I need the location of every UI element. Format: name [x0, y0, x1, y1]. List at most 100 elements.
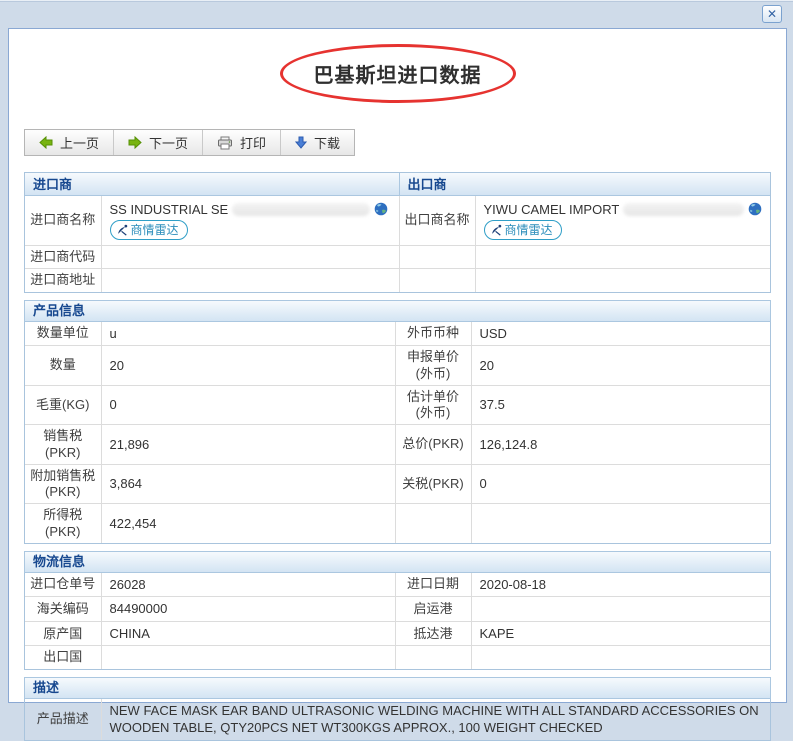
field-label: 所得税(PKR): [25, 504, 101, 543]
field-label: 数量单位: [25, 322, 101, 346]
table-row: 数量单位 u 外币币种 USD: [25, 322, 770, 346]
importer-code-label: 进口商代码: [25, 246, 101, 269]
next-page-label: 下一页: [149, 133, 188, 152]
field-value: CHINA: [101, 621, 395, 646]
field-value: 37.5: [471, 385, 770, 425]
table-row: 所得税(PKR) 422,454: [25, 504, 770, 543]
importer-name-cell: SS INDUSTRIAL SE: [101, 195, 399, 246]
section-importer-exporter: 进口商 出口商 进口商名称 SS INDUSTRIAL SE: [24, 172, 771, 293]
table-row: 毛重(KG) 0 估计单价(外币) 37.5: [25, 385, 770, 425]
prev-page-button[interactable]: 上一页: [25, 130, 114, 155]
table-row: 进口商名称 SS INDUSTRIAL SE: [25, 195, 770, 246]
satellite-dish-icon: [116, 224, 128, 236]
business-radar-badge[interactable]: 商情雷达: [484, 220, 562, 240]
field-label: 原产国: [25, 621, 101, 646]
exporter-name-value: YIWU CAMEL IMPORT: [484, 201, 620, 219]
field-label: 进口仓单号: [25, 573, 101, 597]
product-section-header: 产品信息: [24, 300, 771, 322]
table-row: 进口商代码: [25, 246, 770, 269]
logistics-section-header: 物流信息: [24, 551, 771, 573]
field-value: 21,896: [101, 425, 395, 465]
field-value: u: [101, 322, 395, 346]
redacted-text: [623, 203, 744, 216]
green-right-arrow-icon: [128, 136, 142, 149]
field-label: 进口日期: [395, 573, 471, 597]
exporter-section-header: 出口商: [399, 173, 770, 195]
field-value: KAPE: [471, 621, 770, 646]
globe-icon[interactable]: [374, 202, 388, 216]
print-button[interactable]: 打印: [203, 130, 281, 155]
field-label: [395, 646, 471, 669]
importer-name-label: 进口商名称: [25, 195, 101, 246]
green-left-arrow-icon: [39, 136, 53, 149]
printer-icon: [217, 136, 233, 150]
table-row: 附加销售税(PKR) 3,864 关税(PKR) 0: [25, 464, 770, 504]
field-label: 外币币种: [395, 322, 471, 346]
field-label: 申报单价(外币): [395, 346, 471, 386]
satellite-dish-icon: [490, 224, 502, 236]
field-label: 销售税(PKR): [25, 425, 101, 465]
window-frame-top: [0, 0, 793, 2]
section-description: 描述 产品描述 NEW FACE MASK EAR BAND ULTRASONI…: [24, 677, 771, 741]
business-radar-label: 商情雷达: [505, 222, 553, 238]
field-label: 附加销售税(PKR): [25, 464, 101, 504]
print-label: 打印: [240, 133, 266, 152]
toolbar: 上一页 下一页 打印 下载: [24, 129, 355, 156]
field-value: 20: [471, 346, 770, 386]
field-value: [471, 646, 770, 669]
close-icon[interactable]: ✕: [762, 5, 782, 23]
dialog-panel: 巴基斯坦进口数据 上一页 下一页 打印 下载: [8, 28, 787, 703]
importer-section-header: 进口商: [25, 173, 399, 195]
product-description-label: 产品描述: [25, 699, 101, 740]
empty-label-cell: [399, 246, 475, 269]
exporter-name-label: 出口商名称: [399, 195, 475, 246]
field-value: 26028: [101, 573, 395, 597]
field-label: 关税(PKR): [395, 464, 471, 504]
field-value: [471, 597, 770, 622]
empty-value-cell: [475, 246, 770, 269]
importer-address-value: [101, 269, 399, 292]
field-value: 20: [101, 346, 395, 386]
importer-code-value: [101, 246, 399, 269]
field-label: 海关编码: [25, 597, 101, 622]
table-row: 原产国 CHINA 抵达港 KAPE: [25, 621, 770, 646]
table-row: 销售税(PKR) 21,896 总价(PKR) 126,124.8: [25, 425, 770, 465]
redacted-text: [232, 203, 370, 216]
field-value: 0: [471, 464, 770, 504]
field-value: 126,124.8: [471, 425, 770, 465]
exporter-name-cell: YIWU CAMEL IMPORT: [475, 195, 770, 246]
field-label: 估计单价(外币): [395, 385, 471, 425]
importer-address-label: 进口商地址: [25, 269, 101, 292]
product-description-value: NEW FACE MASK EAR BAND ULTRASONIC WELDIN…: [101, 699, 770, 740]
field-value: [101, 646, 395, 669]
business-radar-label: 商情雷达: [131, 222, 179, 238]
field-value: USD: [471, 322, 770, 346]
empty-label-cell: [399, 269, 475, 292]
field-label: 毛重(KG): [25, 385, 101, 425]
field-label: 出口国: [25, 646, 101, 669]
download-label: 下载: [314, 133, 340, 152]
business-radar-badge[interactable]: 商情雷达: [110, 220, 188, 240]
page-title-text: 巴基斯坦进口数据: [314, 65, 482, 87]
field-value: 84490000: [101, 597, 395, 622]
next-page-button[interactable]: 下一页: [114, 130, 203, 155]
field-value: 422,454: [101, 504, 395, 543]
field-value: [471, 504, 770, 543]
empty-value-cell: [475, 269, 770, 292]
field-label: [395, 504, 471, 543]
field-label: 总价(PKR): [395, 425, 471, 465]
section-logistics-info: 物流信息 进口仓单号 26028 进口日期 2020-08-18 海关编码 84…: [24, 551, 771, 670]
download-button[interactable]: 下载: [281, 130, 354, 155]
field-label: 启运港: [395, 597, 471, 622]
globe-icon[interactable]: [748, 202, 762, 216]
field-value: 3,864: [101, 464, 395, 504]
table-row: 出口国: [25, 646, 770, 669]
table-row: 进口商地址: [25, 269, 770, 292]
section-product-info: 产品信息 数量单位 u 外币币种 USD 数量 20 申报单价(外币) 20: [24, 300, 771, 544]
table-row: 数量 20 申报单价(外币) 20: [25, 346, 770, 386]
prev-page-label: 上一页: [60, 133, 99, 152]
field-value: 2020-08-18: [471, 573, 770, 597]
table-row: 海关编码 84490000 启运港: [25, 597, 770, 622]
description-section-header: 描述: [24, 677, 771, 699]
field-label: 数量: [25, 346, 101, 386]
